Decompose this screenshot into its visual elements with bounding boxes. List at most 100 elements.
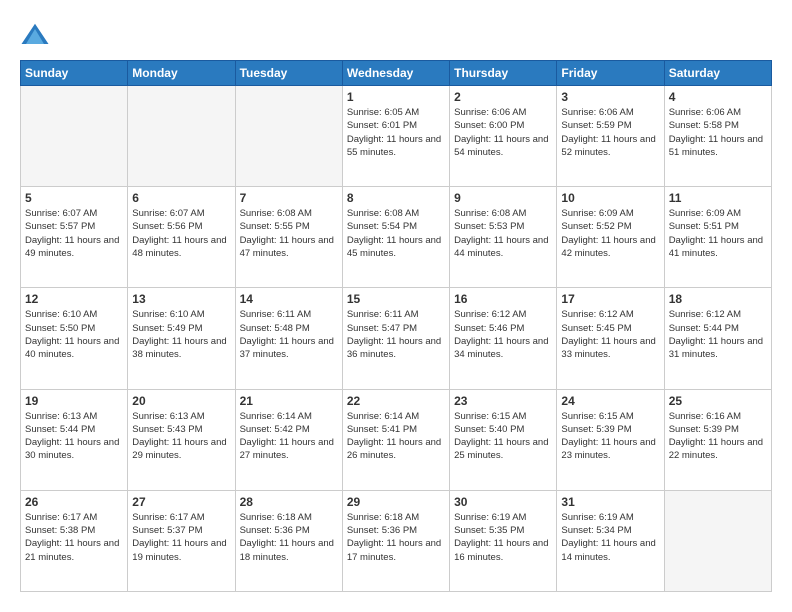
day-info: Sunrise: 6:07 AM Sunset: 5:57 PM Dayligh… [25, 207, 123, 260]
day-info: Sunrise: 6:12 AM Sunset: 5:46 PM Dayligh… [454, 308, 552, 361]
day-number: 20 [132, 394, 230, 408]
day-number: 25 [669, 394, 767, 408]
weekday-header-monday: Monday [128, 61, 235, 86]
weekday-header-sunday: Sunday [21, 61, 128, 86]
day-info: Sunrise: 6:08 AM Sunset: 5:54 PM Dayligh… [347, 207, 445, 260]
weekday-header-friday: Friday [557, 61, 664, 86]
weekday-header-saturday: Saturday [664, 61, 771, 86]
calendar-week-row: 5Sunrise: 6:07 AM Sunset: 5:57 PM Daylig… [21, 187, 772, 288]
day-number: 8 [347, 191, 445, 205]
day-number: 3 [561, 90, 659, 104]
logo-icon [20, 20, 50, 50]
day-info: Sunrise: 6:07 AM Sunset: 5:56 PM Dayligh… [132, 207, 230, 260]
calendar-cell: 4 Sunrise: 6:06 AM Sunset: 5:58 PM Daylig… [664, 86, 771, 187]
day-number: 24 [561, 394, 659, 408]
day-info: Sunrise: 6:09 AM Sunset: 5:52 PM Dayligh… [561, 207, 659, 260]
day-number: 11 [669, 191, 767, 205]
calendar-cell: 24 Sunrise: 6:15 AM Sunset: 5:39 PM Dayli… [557, 389, 664, 490]
calendar-cell: 6 Sunrise: 6:07 AM Sunset: 5:56 PM Daylig… [128, 187, 235, 288]
day-number: 1 [347, 90, 445, 104]
calendar-week-row: 26 Sunrise: 6:17 AM Sunset: 5:38 PM Dayli… [21, 490, 772, 591]
day-number: 29 [347, 495, 445, 509]
calendar-cell: 29 Sunrise: 6:18 AM Sunset: 5:36 PM Dayli… [342, 490, 449, 591]
calendar-cell [235, 86, 342, 187]
calendar-cell: 3Sunrise: 6:06 AM Sunset: 5:59 PM Daylig… [557, 86, 664, 187]
calendar-cell: 30 Sunrise: 6:19 AM Sunset: 5:35 PM Dayli… [450, 490, 557, 591]
day-info: Sunrise: 6:12 AM Sunset: 5:44 PM Dayligh… [669, 308, 767, 361]
calendar-cell: 17 Sunrise: 6:12 AM Sunset: 5:45 PM Dayli… [557, 288, 664, 389]
calendar-cell: 7Sunrise: 6:08 AM Sunset: 5:55 PM Daylig… [235, 187, 342, 288]
day-info: Sunrise: 6:06 AM Sunset: 6:00 PM Dayligh… [454, 106, 552, 159]
day-number: 4 [669, 90, 767, 104]
calendar-cell: 16Sunrise: 6:12 AM Sunset: 5:46 PM Dayli… [450, 288, 557, 389]
day-info: Sunrise: 6:10 AM Sunset: 5:49 PM Dayligh… [132, 308, 230, 361]
day-number: 9 [454, 191, 552, 205]
logo [20, 20, 54, 50]
calendar-cell: 31 Sunrise: 6:19 AM Sunset: 5:34 PM Dayli… [557, 490, 664, 591]
calendar-cell: 14 Sunrise: 6:11 AM Sunset: 5:48 PM Dayli… [235, 288, 342, 389]
day-info: Sunrise: 6:13 AM Sunset: 5:44 PM Dayligh… [25, 410, 123, 463]
day-number: 19 [25, 394, 123, 408]
calendar-cell: 26 Sunrise: 6:17 AM Sunset: 5:38 PM Dayli… [21, 490, 128, 591]
day-number: 17 [561, 292, 659, 306]
calendar-table: SundayMondayTuesdayWednesdayThursdayFrid… [20, 60, 772, 592]
day-number: 6 [132, 191, 230, 205]
day-info: Sunrise: 6:17 AM Sunset: 5:37 PM Dayligh… [132, 511, 230, 564]
day-number: 12 [25, 292, 123, 306]
day-info: Sunrise: 6:11 AM Sunset: 5:47 PM Dayligh… [347, 308, 445, 361]
calendar-cell [21, 86, 128, 187]
day-number: 15 [347, 292, 445, 306]
calendar-cell: 13 Sunrise: 6:10 AM Sunset: 5:49 PM Dayli… [128, 288, 235, 389]
day-info: Sunrise: 6:13 AM Sunset: 5:43 PM Dayligh… [132, 410, 230, 463]
day-number: 10 [561, 191, 659, 205]
day-info: Sunrise: 6:19 AM Sunset: 5:34 PM Dayligh… [561, 511, 659, 564]
day-info: Sunrise: 6:19 AM Sunset: 5:35 PM Dayligh… [454, 511, 552, 564]
day-number: 30 [454, 495, 552, 509]
day-info: Sunrise: 6:12 AM Sunset: 5:45 PM Dayligh… [561, 308, 659, 361]
day-number: 31 [561, 495, 659, 509]
day-number: 7 [240, 191, 338, 205]
calendar-cell: 12Sunrise: 6:10 AM Sunset: 5:50 PM Dayli… [21, 288, 128, 389]
weekday-header-row: SundayMondayTuesdayWednesdayThursdayFrid… [21, 61, 772, 86]
day-number: 26 [25, 495, 123, 509]
day-number: 13 [132, 292, 230, 306]
calendar-cell: 10 Sunrise: 6:09 AM Sunset: 5:52 PM Dayli… [557, 187, 664, 288]
calendar-cell: 19 Sunrise: 6:13 AM Sunset: 5:44 PM Dayli… [21, 389, 128, 490]
day-number: 27 [132, 495, 230, 509]
day-info: Sunrise: 6:18 AM Sunset: 5:36 PM Dayligh… [240, 511, 338, 564]
day-info: Sunrise: 6:18 AM Sunset: 5:36 PM Dayligh… [347, 511, 445, 564]
day-info: Sunrise: 6:14 AM Sunset: 5:41 PM Dayligh… [347, 410, 445, 463]
day-info: Sunrise: 6:06 AM Sunset: 5:58 PM Dayligh… [669, 106, 767, 159]
calendar-cell: 27 Sunrise: 6:17 AM Sunset: 5:37 PM Dayli… [128, 490, 235, 591]
calendar-cell: 8 Sunrise: 6:08 AM Sunset: 5:54 PM Daylig… [342, 187, 449, 288]
calendar-cell: 11 Sunrise: 6:09 AM Sunset: 5:51 PM Dayli… [664, 187, 771, 288]
weekday-header-thursday: Thursday [450, 61, 557, 86]
day-info: Sunrise: 6:16 AM Sunset: 5:39 PM Dayligh… [669, 410, 767, 463]
calendar-week-row: 12Sunrise: 6:10 AM Sunset: 5:50 PM Dayli… [21, 288, 772, 389]
calendar-cell [664, 490, 771, 591]
day-info: Sunrise: 6:11 AM Sunset: 5:48 PM Dayligh… [240, 308, 338, 361]
day-number: 2 [454, 90, 552, 104]
weekday-header-tuesday: Tuesday [235, 61, 342, 86]
day-number: 14 [240, 292, 338, 306]
day-number: 23 [454, 394, 552, 408]
day-number: 18 [669, 292, 767, 306]
calendar-cell: 5Sunrise: 6:07 AM Sunset: 5:57 PM Daylig… [21, 187, 128, 288]
calendar-week-row: 1Sunrise: 6:05 AM Sunset: 6:01 PM Daylig… [21, 86, 772, 187]
calendar-cell: 18 Sunrise: 6:12 AM Sunset: 5:44 PM Dayli… [664, 288, 771, 389]
day-info: Sunrise: 6:17 AM Sunset: 5:38 PM Dayligh… [25, 511, 123, 564]
calendar-week-row: 19 Sunrise: 6:13 AM Sunset: 5:44 PM Dayli… [21, 389, 772, 490]
day-info: Sunrise: 6:15 AM Sunset: 5:39 PM Dayligh… [561, 410, 659, 463]
calendar-cell [128, 86, 235, 187]
calendar-cell: 2 Sunrise: 6:06 AM Sunset: 6:00 PM Daylig… [450, 86, 557, 187]
page: SundayMondayTuesdayWednesdayThursdayFrid… [0, 0, 792, 612]
calendar-cell: 20 Sunrise: 6:13 AM Sunset: 5:43 PM Dayli… [128, 389, 235, 490]
weekday-header-wednesday: Wednesday [342, 61, 449, 86]
day-info: Sunrise: 6:15 AM Sunset: 5:40 PM Dayligh… [454, 410, 552, 463]
calendar-cell: 22Sunrise: 6:14 AM Sunset: 5:41 PM Dayli… [342, 389, 449, 490]
calendar-body: 1Sunrise: 6:05 AM Sunset: 6:01 PM Daylig… [21, 86, 772, 592]
header [20, 20, 772, 50]
day-info: Sunrise: 6:09 AM Sunset: 5:51 PM Dayligh… [669, 207, 767, 260]
calendar-cell: 28Sunrise: 6:18 AM Sunset: 5:36 PM Dayli… [235, 490, 342, 591]
calendar-cell: 25 Sunrise: 6:16 AM Sunset: 5:39 PM Dayli… [664, 389, 771, 490]
